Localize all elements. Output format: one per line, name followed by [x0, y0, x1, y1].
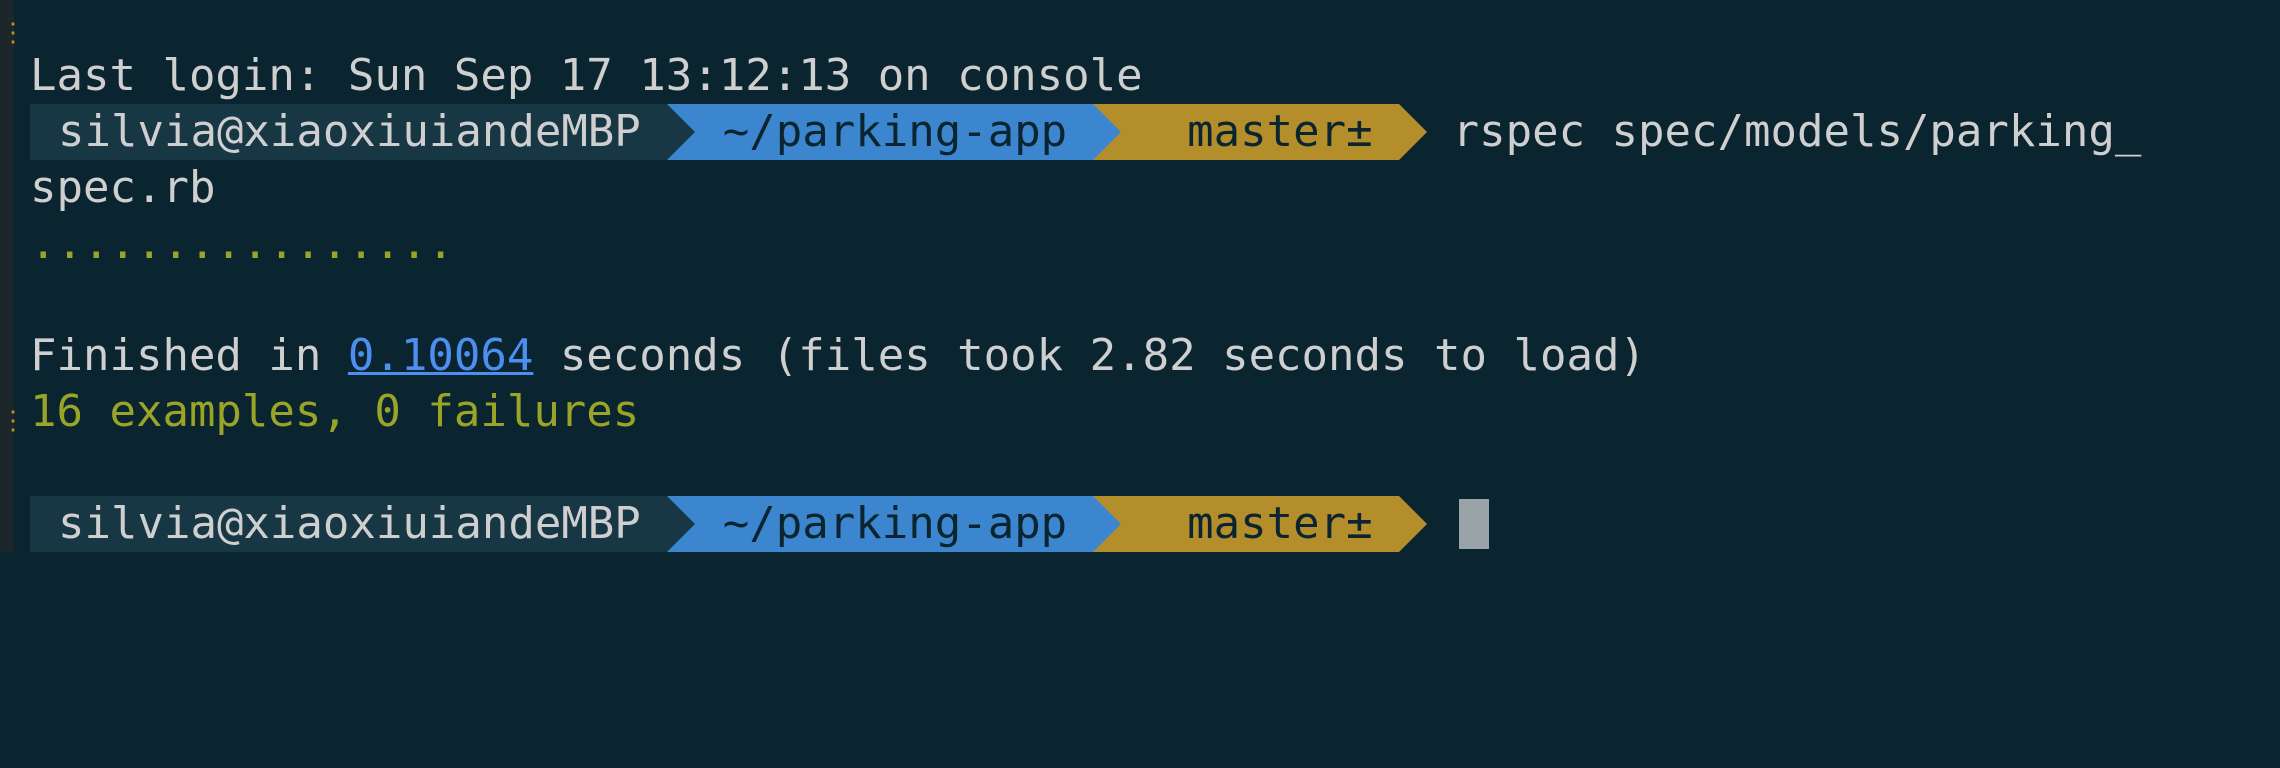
command-text: rspec spec/models/parking_	[1452, 106, 2142, 157]
summary-line: 16 examples, 0 failures	[30, 386, 640, 437]
progress-dots: ................	[30, 218, 454, 269]
git-branch-icon	[1149, 504, 1175, 654]
finished-suffix: seconds (files took 2.82 seconds to load…	[533, 330, 1646, 381]
git-branch-icon	[1149, 112, 1175, 262]
prompt-branch: master±	[1187, 498, 1373, 549]
prompt-line-2: silvia@xiaoxiuiandeMBP ~/parking-app mas…	[30, 496, 2280, 654]
command-wrap-line: spec.rb	[30, 162, 216, 213]
prompt-user-segment: silvia@xiaoxiuiandeMBP	[30, 496, 695, 552]
prompt-separator-arrow	[666, 104, 695, 160]
prompt-separator-arrow	[1093, 104, 1122, 160]
prompt-git-segment: master±	[1093, 104, 1427, 262]
prompt-separator-arrow	[666, 496, 695, 552]
prompt-separator-arrow	[1398, 104, 1427, 160]
prompt-separator-arrow	[1093, 496, 1122, 552]
prompt-path: ~/parking-app	[722, 498, 1068, 549]
finished-prefix: Finished in	[30, 330, 348, 381]
gutter-marker-icon: ⋮	[0, 406, 26, 436]
left-gutter: ⋮ ⋮	[0, 0, 26, 552]
terminal-cursor[interactable]	[1458, 499, 1489, 549]
terminal-output[interactable]: Last login: Sun Sep 17 13:12:13 on conso…	[30, 48, 2280, 654]
prompt-git-segment: master±	[1093, 496, 1427, 654]
finished-line: Finished in 0.10064 seconds (files took …	[30, 328, 2280, 384]
prompt-path-segment: ~/parking-app	[666, 496, 1122, 552]
prompt-user: silvia@xiaoxiuiandeMBP	[58, 498, 641, 549]
prompt-path-segment: ~/parking-app	[666, 104, 1122, 160]
prompt-separator-arrow	[1398, 496, 1427, 552]
prompt-branch: master±	[1187, 106, 1373, 157]
gutter-marker-icon: ⋮	[0, 18, 26, 48]
prompt-line-1: silvia@xiaoxiuiandeMBP ~/parking-app mas…	[30, 104, 2280, 262]
finished-time-link[interactable]: 0.10064	[348, 330, 533, 381]
prompt-user: silvia@xiaoxiuiandeMBP	[58, 106, 641, 157]
last-login-line: Last login: Sun Sep 17 13:12:13 on conso…	[30, 50, 1143, 101]
prompt-path: ~/parking-app	[722, 106, 1068, 157]
prompt-user-segment: silvia@xiaoxiuiandeMBP	[30, 104, 695, 160]
